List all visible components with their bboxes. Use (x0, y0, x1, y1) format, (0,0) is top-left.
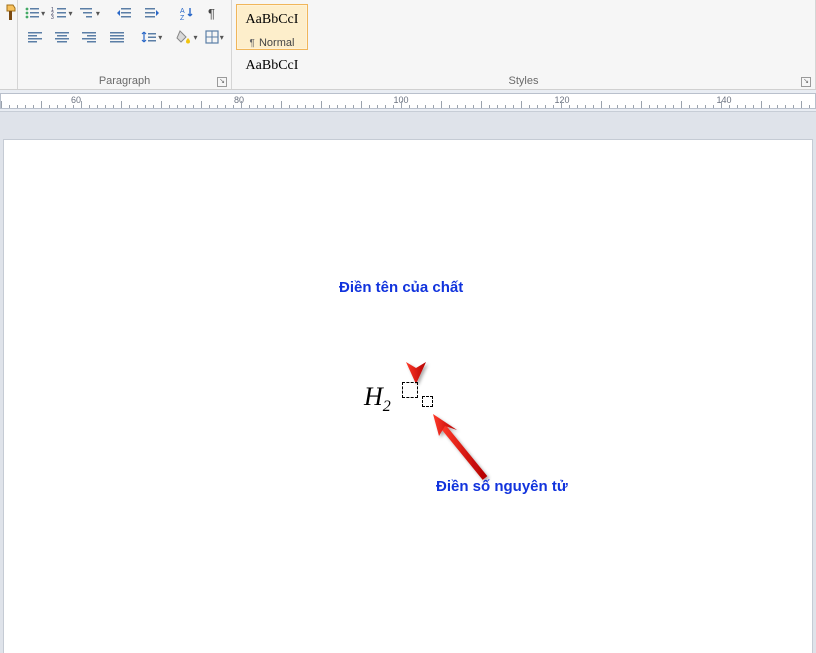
formula-base: H (364, 382, 383, 411)
justify-icon[interactable] (104, 26, 129, 48)
increase-indent-icon[interactable] (139, 2, 164, 24)
show-marks-icon[interactable]: ¶ (202, 2, 227, 24)
style-sample: AaBbCcI (246, 53, 299, 73)
paragraph-group-label: Paragraph (99, 75, 150, 87)
borders-icon[interactable]: ▾ (202, 26, 227, 48)
bullets-icon[interactable]: ▾ (22, 2, 47, 24)
formula-subscript: 2 (383, 398, 391, 415)
style-name: ¶ Normal (250, 37, 295, 49)
ruler-label: 80 (234, 95, 244, 105)
ruler[interactable]: 6080100120140 (0, 90, 816, 112)
ruler-label: 140 (716, 95, 731, 105)
annotation-bottom: Điền số nguyên tử (436, 478, 568, 495)
arrow-top (402, 298, 432, 388)
styles-group: AaBbCcI¶ NormalAaBbCcI¶ No Spac...AaBbCc… (232, 0, 816, 89)
formula[interactable]: H2 (364, 382, 391, 416)
align-right-icon[interactable] (77, 26, 102, 48)
arrow-bottom (429, 408, 499, 488)
styles-launcher-icon[interactable]: ↘ (801, 77, 811, 87)
sort-icon[interactable]: AZ (174, 2, 199, 24)
paragraph-group: ▾ 123▾ ▾ AZ (18, 0, 232, 89)
multilevel-icon[interactable]: ▾ (77, 2, 102, 24)
ruler-label: 60 (71, 95, 81, 105)
svg-text:¶: ¶ (208, 6, 215, 20)
numbering-icon[interactable]: 123▾ (49, 2, 74, 24)
decrease-indent-icon[interactable] (112, 2, 137, 24)
equation-placeholder-sub[interactable] (422, 396, 433, 407)
page[interactable]: Điền tên của chất H2 (4, 140, 812, 653)
style-item--normal[interactable]: AaBbCcI ¶ Normal (236, 4, 308, 50)
format-painter-icon[interactable] (4, 2, 18, 24)
shading-icon[interactable]: ▾ (174, 26, 199, 48)
styles-gallery[interactable]: AaBbCcI¶ NormalAaBbCcI¶ No Spac...AaBbCc… (236, 2, 811, 73)
svg-text:A: A (180, 8, 185, 15)
equation-placeholder-main[interactable] (402, 382, 418, 398)
align-center-icon[interactable] (49, 26, 74, 48)
ruler-label: 120 (554, 95, 569, 105)
paragraph-launcher-icon[interactable]: ↘ (217, 77, 227, 87)
line-spacing-icon[interactable]: ▾ (139, 26, 164, 48)
svg-text:Z: Z (180, 15, 185, 20)
annotation-top: Điền tên của chất (339, 279, 463, 296)
style-sample: AaBbCcI (246, 7, 299, 33)
svg-text:3: 3 (51, 15, 54, 20)
align-left-icon[interactable] (22, 26, 47, 48)
ribbon: ▾ 123▾ ▾ AZ (0, 0, 816, 90)
document-area: Điền tên của chất H2 (0, 112, 816, 653)
style-item--no-spac-[interactable]: AaBbCcI¶ No Spac... (236, 50, 308, 73)
styles-group-label: Styles (509, 75, 539, 87)
